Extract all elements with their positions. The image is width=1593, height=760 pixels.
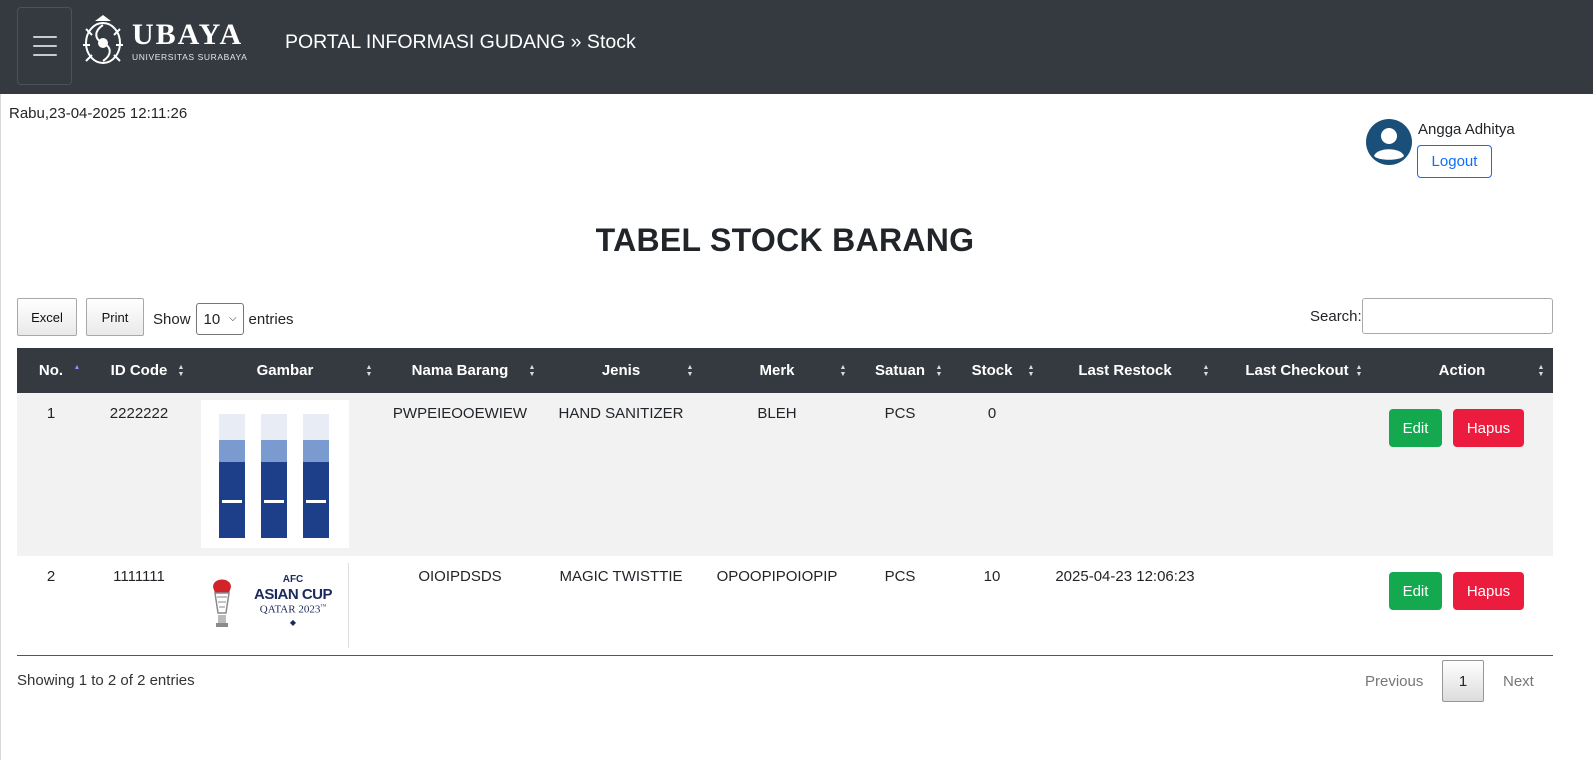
col-header-merk[interactable]: Merk — [707, 348, 847, 393]
show-label: Show — [153, 310, 191, 328]
pagination-next[interactable]: Next — [1503, 673, 1534, 690]
cell-satuan: PCS — [884, 405, 916, 422]
col-header-last-checkout[interactable]: Last Checkout — [1227, 348, 1367, 393]
sort-icon[interactable]: ▲ ▼ — [934, 348, 944, 393]
table-info: Showing 1 to 2 of 2 entries — [17, 672, 195, 689]
delete-button[interactable]: Hapus — [1453, 409, 1524, 447]
page-left-border — [0, 94, 1, 760]
sort-icon[interactable]: ▲ ▼ — [1354, 348, 1364, 393]
col-header-id-code[interactable]: ID Code — [101, 348, 177, 393]
sort-icon[interactable]: ▲ ▼ — [1201, 348, 1211, 393]
item-image-afc-asian-cup: AFC ASIAN CUP QATAR 2023™ ◆ — [201, 563, 349, 648]
cell-merk: OPOOPIPOIOPIP — [716, 568, 838, 585]
cell-stock: 0 — [987, 405, 997, 422]
menu-toggle-button[interactable] — [17, 7, 72, 85]
stock-table: No. ▲▼ ID Code ▲▼ Gambar ▲▼ Nama Barang … — [17, 348, 1553, 656]
navbar-brand[interactable]: PORTAL INFORMASI GUDANG » Stock — [285, 31, 636, 54]
pagination-page-1[interactable]: 1 — [1442, 660, 1484, 702]
page-title: TABEL STOCK BARANG — [595, 222, 975, 258]
current-datetime: Rabu,23-04-2025 12:11:26 — [9, 105, 188, 122]
pagination-previous[interactable]: Previous — [1365, 673, 1423, 690]
logo-subtitle: UNIVERSITAS SURABAYA — [132, 52, 248, 62]
table-row: 2 1111111 AFC ASIAN CUP QATAR 2023™ ◆ OI… — [17, 556, 1553, 655]
afc-logo-star: ◆ — [289, 617, 297, 627]
sort-icon[interactable]: ▲ ▼ — [1026, 348, 1036, 393]
cell-jenis: HAND SANITIZER — [558, 405, 684, 422]
afc-logo-text-qatar: QATAR 2023™ — [259, 603, 327, 616]
hamburger-line — [32, 45, 57, 47]
afc-logo-text-asian-cup: ASIAN CUP — [253, 586, 333, 603]
top-navbar: UBAYA UNIVERSITAS SURABAYA PORTAL INFORM… — [0, 0, 1593, 94]
cell-satuan: PCS — [884, 568, 916, 585]
entries-length-control: Show 10 ⌵ entries — [153, 303, 294, 335]
entries-select[interactable]: 10 ⌵ — [195, 303, 244, 335]
search-input[interactable] — [1362, 298, 1553, 334]
cell-merk: BLEH — [757, 405, 797, 422]
epson-ribbon-cartridges-image — [201, 400, 349, 548]
sort-icon[interactable]: ▲ ▼ — [527, 348, 537, 393]
table-bottom-border — [17, 655, 1553, 656]
col-header-action[interactable]: Action — [1377, 348, 1547, 393]
hamburger-line — [32, 54, 57, 56]
cell-last-restock: 2025-04-23 12:06:23 — [1055, 568, 1195, 585]
col-header-nama-barang[interactable]: Nama Barang — [387, 348, 533, 393]
export-excel-button[interactable]: Excel — [17, 298, 77, 336]
entries-label: entries — [248, 310, 294, 328]
logo-title: UBAYA — [132, 18, 244, 51]
cell-id-code: 1111111 — [113, 568, 165, 585]
cell-id-code: 2222222 — [109, 405, 169, 422]
table-row: 1 2222222 PWPEIEOOEWIEW HAND SANITIZER B… — [17, 393, 1553, 556]
cell-nama-barang: PWPEIEOOEWIEW — [392, 405, 528, 422]
hamburger-line — [32, 36, 57, 38]
sort-asc-icon[interactable]: ▲▼ — [72, 348, 82, 393]
sort-icon[interactable]: ▲ ▼ — [1536, 348, 1546, 393]
edit-button[interactable]: Edit — [1389, 572, 1442, 610]
cell-stock: 10 — [983, 568, 1001, 585]
sort-icon[interactable]: ▲ ▼ — [685, 348, 695, 393]
delete-button[interactable]: Hapus — [1453, 572, 1524, 610]
col-header-jenis[interactable]: Jenis — [551, 348, 691, 393]
col-header-gambar[interactable]: Gambar — [197, 348, 373, 393]
chevron-down-icon: ⌵ — [228, 313, 237, 324]
cell-no: 2 — [46, 568, 56, 585]
print-button[interactable]: Print — [86, 298, 144, 336]
user-name: Angga Adhitya — [1418, 121, 1515, 138]
entries-select-value: 10 — [203, 310, 221, 328]
cell-jenis: MAGIC TWISTTIE — [559, 568, 683, 585]
col-header-last-restock[interactable]: Last Restock — [1047, 348, 1203, 393]
ubaya-emblem-icon — [83, 15, 123, 64]
cell-no: 1 — [46, 405, 56, 422]
cell-nama-barang: OIOIPDSDS — [418, 568, 502, 585]
sort-icon[interactable]: ▲ ▼ — [176, 348, 186, 393]
col-header-stock[interactable]: Stock — [957, 348, 1027, 393]
search-label: Search: — [1310, 308, 1362, 325]
afc-logo-text-afc: AFC — [282, 574, 304, 585]
user-avatar-icon — [1366, 119, 1412, 165]
sort-icon[interactable]: ▲ ▼ — [838, 348, 848, 393]
logout-button[interactable]: Logout — [1417, 145, 1492, 178]
col-header-satuan[interactable]: Satuan — [861, 348, 939, 393]
edit-button[interactable]: Edit — [1389, 409, 1442, 447]
table-header: No. ▲▼ ID Code ▲▼ Gambar ▲▼ Nama Barang … — [17, 348, 1553, 393]
sort-icon[interactable]: ▲ ▼ — [364, 348, 374, 393]
ubaya-logo[interactable]: UBAYA UNIVERSITAS SURABAYA — [80, 12, 265, 70]
item-image-epson-ribbons — [201, 400, 349, 548]
